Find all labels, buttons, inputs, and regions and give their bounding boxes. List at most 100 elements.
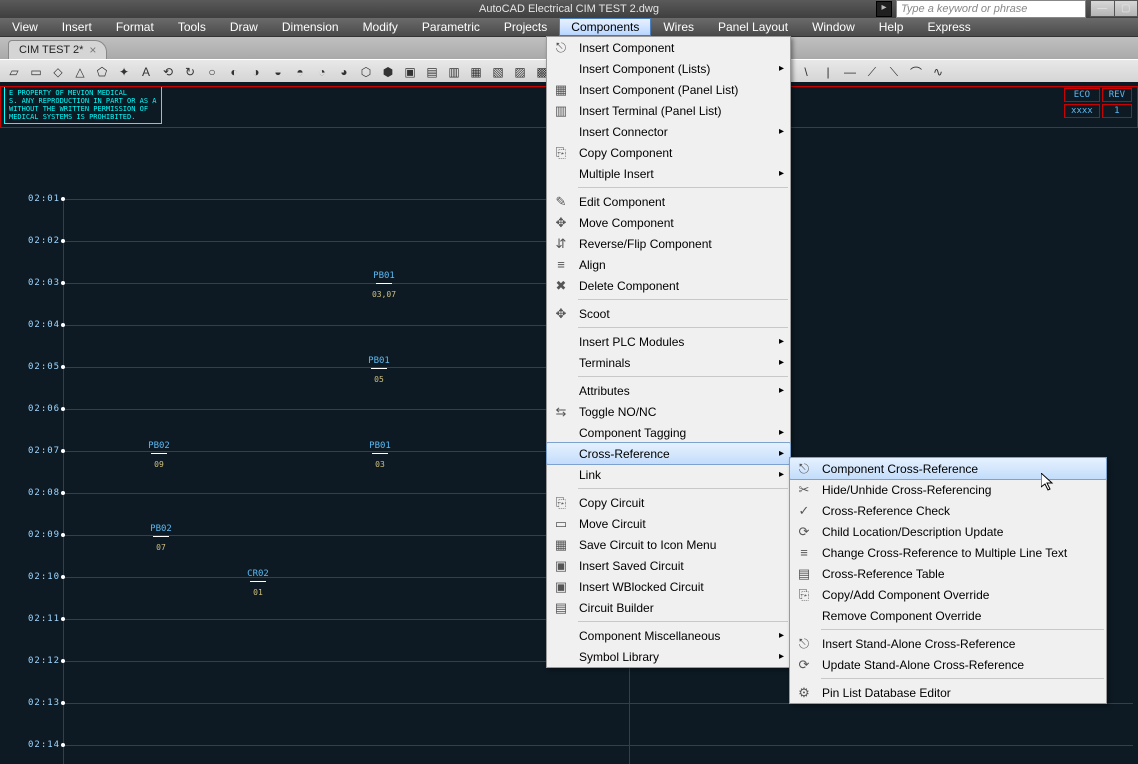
schematic-symbol[interactable]: PB0103 [360,441,400,469]
menu-item-component-tagging[interactable]: Component Tagging▸ [547,422,790,443]
close-icon[interactable]: × [89,43,96,57]
menu-item-insert-stand-alone-cross-reference[interactable]: ⎋Insert Stand-Alone Cross-Reference [790,633,1106,654]
ladder-rung [63,325,629,326]
schematic-symbol[interactable]: PB0105 [359,356,399,384]
menu-item-icon: ⎋ [547,40,575,56]
menu-item-multiple-insert[interactable]: Multiple Insert▸ [547,163,790,184]
schematic-symbol[interactable]: PB0103,07 [364,271,404,299]
toolbar-button-16[interactable]: ⬡ [356,62,376,82]
menu-item-cross-reference[interactable]: Cross-Reference▸ [546,442,791,465]
minimize-icon[interactable]: — [1091,1,1114,16]
menu-panel-layout[interactable]: Panel Layout [706,18,800,36]
menu-item-insert-wblocked-circuit[interactable]: ▣Insert WBlocked Circuit [547,576,790,597]
menu-draw[interactable]: Draw [218,18,270,36]
menu-item-insert-component-lists-[interactable]: Insert Component (Lists)▸ [547,58,790,79]
toolbar-button-9[interactable]: ○ [202,62,222,82]
menu-format[interactable]: Format [104,18,166,36]
menu-item-update-stand-alone-cross-reference[interactable]: ⟳Update Stand-Alone Cross-Reference [790,654,1106,675]
toolbar-button-23[interactable]: ▨ [510,62,530,82]
toolbar-button-41[interactable]: ⌒ [906,62,926,82]
menu-item-pin-list-database-editor[interactable]: ⚙Pin List Database Editor [790,682,1106,703]
menu-item-terminals[interactable]: Terminals▸ [547,352,790,373]
toolbar-button-0[interactable]: ▱ [4,62,24,82]
toolbar-button-14[interactable]: ◔ [312,62,332,82]
toolbar-button-39[interactable]: ⟋ [862,62,882,82]
menu-express[interactable]: Express [915,18,982,36]
menu-item-toggle-no-nc[interactable]: ⇆Toggle NO/NC [547,401,790,422]
menu-item-hide-unhide-cross-referencing[interactable]: ✂Hide/Unhide Cross-Referencing [790,479,1106,500]
menu-item-save-circuit-to-icon-menu[interactable]: ▦Save Circuit to Icon Menu [547,534,790,555]
menu-item-circuit-builder[interactable]: ▤Circuit Builder [547,597,790,618]
toolbar-button-40[interactable]: ⟍ [884,62,904,82]
menu-item-reverse-flip-component[interactable]: ⇵Reverse/Flip Component [547,233,790,254]
menu-item-move-component[interactable]: ✥Move Component [547,212,790,233]
toolbar-button-42[interactable]: ∿ [928,62,948,82]
toolbar-button-20[interactable]: ▥ [444,62,464,82]
menu-item-copy-add-component-override[interactable]: ⎘Copy/Add Component Override [790,584,1106,605]
menu-item-insert-component[interactable]: ⎋Insert Component [547,37,790,58]
menu-dimension[interactable]: Dimension [270,18,351,36]
schematic-symbol[interactable]: PB0209 [139,441,179,469]
file-tab[interactable]: CIM TEST 2* × [8,40,107,59]
menu-item-scoot[interactable]: ✥Scoot [547,303,790,324]
menu-view[interactable]: View [0,18,50,36]
toolbar-button-36[interactable]: \ [796,62,816,82]
menu-item-edit-component[interactable]: ✎Edit Component [547,191,790,212]
toolbar-button-2[interactable]: ◇ [48,62,68,82]
menu-item-insert-plc-modules[interactable]: Insert PLC Modules▸ [547,331,790,352]
menu-tools[interactable]: Tools [166,18,218,36]
toolbar-button-11[interactable]: ◑ [246,62,266,82]
menu-item-copy-component[interactable]: ⎘Copy Component [547,142,790,163]
toolbar-button-5[interactable]: ✦ [114,62,134,82]
menu-item-child-location-description-update[interactable]: ⟳Child Location/Description Update [790,521,1106,542]
menu-wires[interactable]: Wires [651,18,706,36]
restore-icon[interactable]: ▢ [1114,1,1138,16]
toolbar-button-21[interactable]: ▦ [466,62,486,82]
schematic-symbol[interactable]: PB0207 [141,524,181,552]
schematic-symbol[interactable]: CR0201 [238,569,278,597]
toolbar-button-3[interactable]: △ [70,62,90,82]
toolbar-button-4[interactable]: ⬠ [92,62,112,82]
menu-item-symbol-library[interactable]: Symbol Library▸ [547,646,790,667]
toolbar-button-10[interactable]: ◐ [224,62,244,82]
search-input[interactable]: Type a keyword or phrase [896,0,1086,18]
toolbar-button-15[interactable]: ◕ [334,62,354,82]
menu-item-insert-saved-circuit[interactable]: ▣Insert Saved Circuit [547,555,790,576]
menu-item-component-miscellaneous[interactable]: Component Miscellaneous▸ [547,625,790,646]
toolbar-button-38[interactable]: — [840,62,860,82]
menu-item-move-circuit[interactable]: ▭Move Circuit [547,513,790,534]
menu-item-align[interactable]: ≡Align [547,254,790,275]
toolbar-button-18[interactable]: ▣ [400,62,420,82]
toolbar-button-22[interactable]: ▧ [488,62,508,82]
menu-item-insert-component-panel-list-[interactable]: ▦Insert Component (Panel List) [547,79,790,100]
menu-projects[interactable]: Projects [492,18,559,36]
menu-components[interactable]: Components [559,18,651,36]
menu-item-cross-reference-check[interactable]: ✓Cross-Reference Check [790,500,1106,521]
menu-item-label: Pin List Database Editor [818,686,1084,700]
menu-help[interactable]: Help [867,18,916,36]
menu-item-remove-component-override[interactable]: Remove Component Override [790,605,1106,626]
menu-item-component-cross-reference[interactable]: ⎋Component Cross-Reference [789,457,1107,480]
menu-item-copy-circuit[interactable]: ⎘Copy Circuit [547,492,790,513]
menu-item-insert-connector[interactable]: Insert Connector▸ [547,121,790,142]
toolbar-button-1[interactable]: ▭ [26,62,46,82]
menu-modify[interactable]: Modify [351,18,410,36]
menu-item-attributes[interactable]: Attributes▸ [547,380,790,401]
menu-item-delete-component[interactable]: ✖Delete Component [547,275,790,296]
menu-parametric[interactable]: Parametric [410,18,492,36]
menu-item-insert-terminal-panel-list-[interactable]: ▥Insert Terminal (Panel List) [547,100,790,121]
toolbar-button-17[interactable]: ⬢ [378,62,398,82]
dropdown-arrow-icon[interactable]: ▸ [876,1,892,17]
toolbar-button-13[interactable]: ◓ [290,62,310,82]
menu-window[interactable]: Window [800,18,867,36]
menu-item-change-cross-reference-to-multiple-line-text[interactable]: ≡Change Cross-Reference to Multiple Line… [790,542,1106,563]
toolbar-button-37[interactable]: | [818,62,838,82]
toolbar-button-7[interactable]: ⟲ [158,62,178,82]
menu-item-link[interactable]: Link▸ [547,464,790,485]
toolbar-button-8[interactable]: ↻ [180,62,200,82]
menu-item-cross-reference-table[interactable]: ▤Cross-Reference Table [790,563,1106,584]
toolbar-button-19[interactable]: ▤ [422,62,442,82]
toolbar-button-6[interactable]: A [136,62,156,82]
menu-insert[interactable]: Insert [50,18,104,36]
toolbar-button-12[interactable]: ◒ [268,62,288,82]
